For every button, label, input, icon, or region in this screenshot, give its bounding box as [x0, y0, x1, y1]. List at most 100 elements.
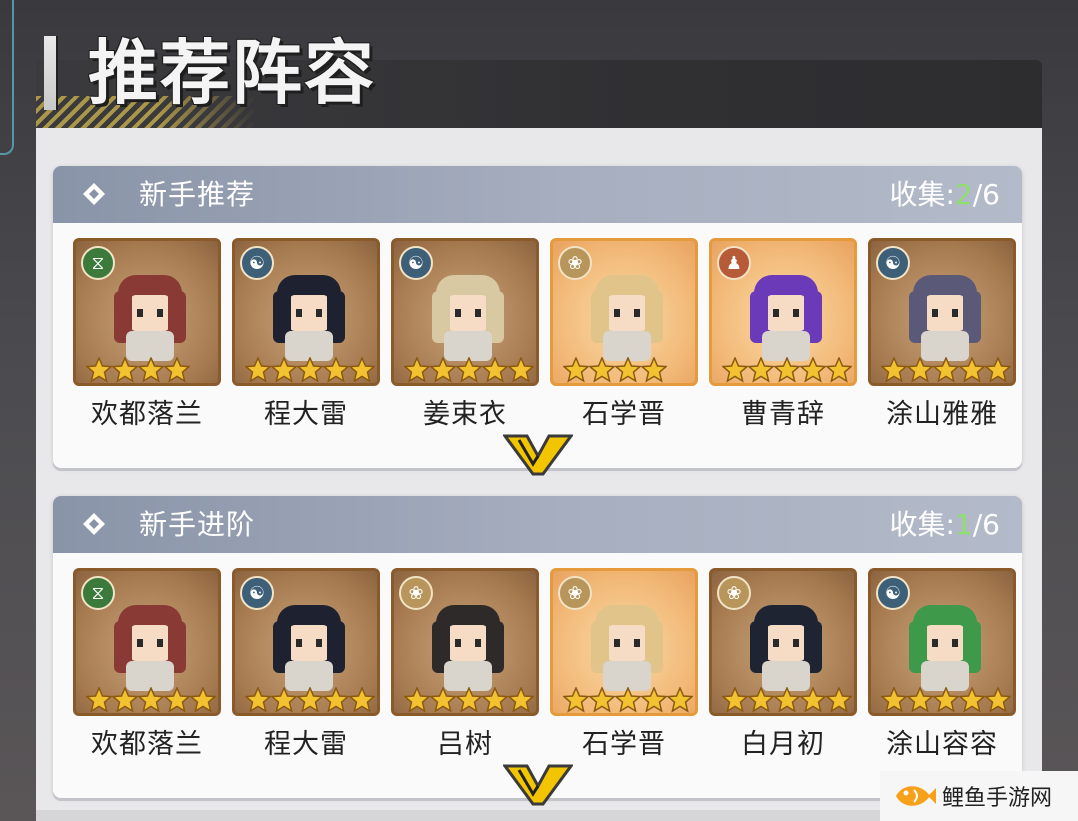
star-icon [508, 687, 534, 713]
star-icon [907, 687, 933, 713]
header-marker-icon [44, 36, 56, 110]
character-name: 石学晋 [582, 729, 666, 760]
diamond-icon [83, 513, 105, 535]
star-icon [430, 357, 456, 383]
character-name: 涂山容容 [886, 729, 998, 760]
star-icon [271, 357, 297, 383]
character-name: 欢都落兰 [91, 729, 203, 760]
expand-chevron-icon[interactable] [503, 434, 573, 476]
star-icon [482, 687, 508, 713]
collect-current: 1 [954, 508, 973, 541]
character-frame: ♟ [709, 238, 857, 386]
meditation-icon: ♟ [717, 246, 751, 280]
expand-chevron-icon[interactable] [503, 764, 573, 806]
character-name: 吕树 [437, 729, 493, 760]
character-list: ⧖ 欢都落兰 ☯ 程大雷 ☯ 姜束衣 ❀ 石学晋 ♟ 曹青辞 ☯ 涂山雅雅 [73, 238, 1016, 430]
lotus-icon: ❀ [558, 246, 592, 280]
star-icon [86, 687, 112, 713]
star-icon [245, 687, 271, 713]
star-rating [563, 357, 693, 383]
star-rating [86, 687, 216, 713]
star-icon [138, 357, 164, 383]
character-frame: ⧖ [73, 568, 221, 716]
section-title: 新手进阶 [139, 508, 256, 541]
star-icon [774, 357, 800, 383]
star-rating [881, 687, 1011, 713]
star-icon [667, 687, 693, 713]
star-icon [800, 687, 826, 713]
star-icon [86, 357, 112, 383]
star-icon [589, 687, 615, 713]
star-icon [563, 357, 589, 383]
character-name: 涂山雅雅 [886, 399, 998, 430]
character-list: ⧖ 欢都落兰 ☯ 程大雷 ❀ 吕树 ❀ 石学晋 ❀ 白月初 ☯ 涂山容容 [73, 568, 1016, 760]
yinyang-icon: ☯ [399, 246, 433, 280]
star-icon [933, 357, 959, 383]
star-rating [404, 687, 534, 713]
star-icon [959, 357, 985, 383]
yinyang-icon: ☯ [876, 246, 910, 280]
star-icon [641, 687, 667, 713]
lotus-icon: ❀ [558, 576, 592, 610]
collect-counter: 收集:1/6 [889, 496, 1000, 553]
watermark-text: 鲤鱼手游网 [942, 786, 1053, 811]
yinyang-icon: ☯ [240, 246, 274, 280]
star-icon [164, 687, 190, 713]
star-icon [826, 357, 852, 383]
lotus-icon: ❀ [399, 576, 433, 610]
section-header: 新手进阶 收集:1/6 [53, 496, 1022, 553]
star-icon [245, 357, 271, 383]
star-rating [245, 687, 375, 713]
star-icon [985, 687, 1011, 713]
character-name: 程大雷 [264, 399, 348, 430]
star-icon [589, 357, 615, 383]
star-icon [164, 357, 190, 383]
star-icon [615, 687, 641, 713]
section-header: 新手推荐 收集:2/6 [53, 166, 1022, 223]
star-icon [907, 357, 933, 383]
character-frame: ❀ [709, 568, 857, 716]
page-title: 推荐阵容 [88, 32, 376, 114]
star-icon [959, 687, 985, 713]
yinyang-icon: ☯ [876, 576, 910, 610]
star-icon [112, 687, 138, 713]
fish-logo-icon [896, 786, 936, 806]
character-frame: ☯ [868, 238, 1016, 386]
star-icon [404, 357, 430, 383]
collect-current: 2 [954, 178, 973, 211]
star-icon [349, 687, 375, 713]
star-rating [722, 357, 852, 383]
star-icon [508, 357, 534, 383]
character-frame: ❀ [550, 238, 698, 386]
character-frame: ☯ [868, 568, 1016, 716]
star-icon [563, 687, 589, 713]
star-icon [456, 357, 482, 383]
character-frame: ⧖ [73, 238, 221, 386]
character-name: 姜束衣 [423, 399, 507, 430]
star-rating [722, 687, 852, 713]
left-bracket-decoration [0, 0, 14, 155]
character-name: 曹青辞 [741, 399, 825, 430]
star-icon [430, 687, 456, 713]
character-name: 白月初 [741, 729, 825, 760]
section-beginner-advanced: 新手进阶 收集:1/6 ⧖ 欢都落兰 ☯ 程大雷 ❀ 吕树 ❀ 石学晋 ❀ 白月初 ☯ 涂山容容 [53, 496, 1022, 806]
character-name: 石学晋 [582, 399, 666, 430]
star-icon [748, 687, 774, 713]
star-icon [323, 357, 349, 383]
star-icon [722, 357, 748, 383]
diamond-icon [83, 183, 105, 205]
star-icon [138, 687, 164, 713]
collect-total: /6 [972, 508, 1000, 541]
watermark: 鲤鱼手游网 [880, 771, 1078, 821]
star-icon [323, 687, 349, 713]
star-icon [722, 687, 748, 713]
star-rating [563, 687, 693, 713]
star-icon [404, 687, 430, 713]
star-rating [881, 357, 1011, 383]
lotus-icon: ❀ [717, 576, 751, 610]
collect-total: /6 [972, 178, 1000, 211]
star-icon [800, 357, 826, 383]
star-icon [933, 687, 959, 713]
star-icon [748, 357, 774, 383]
star-rating [86, 357, 216, 383]
